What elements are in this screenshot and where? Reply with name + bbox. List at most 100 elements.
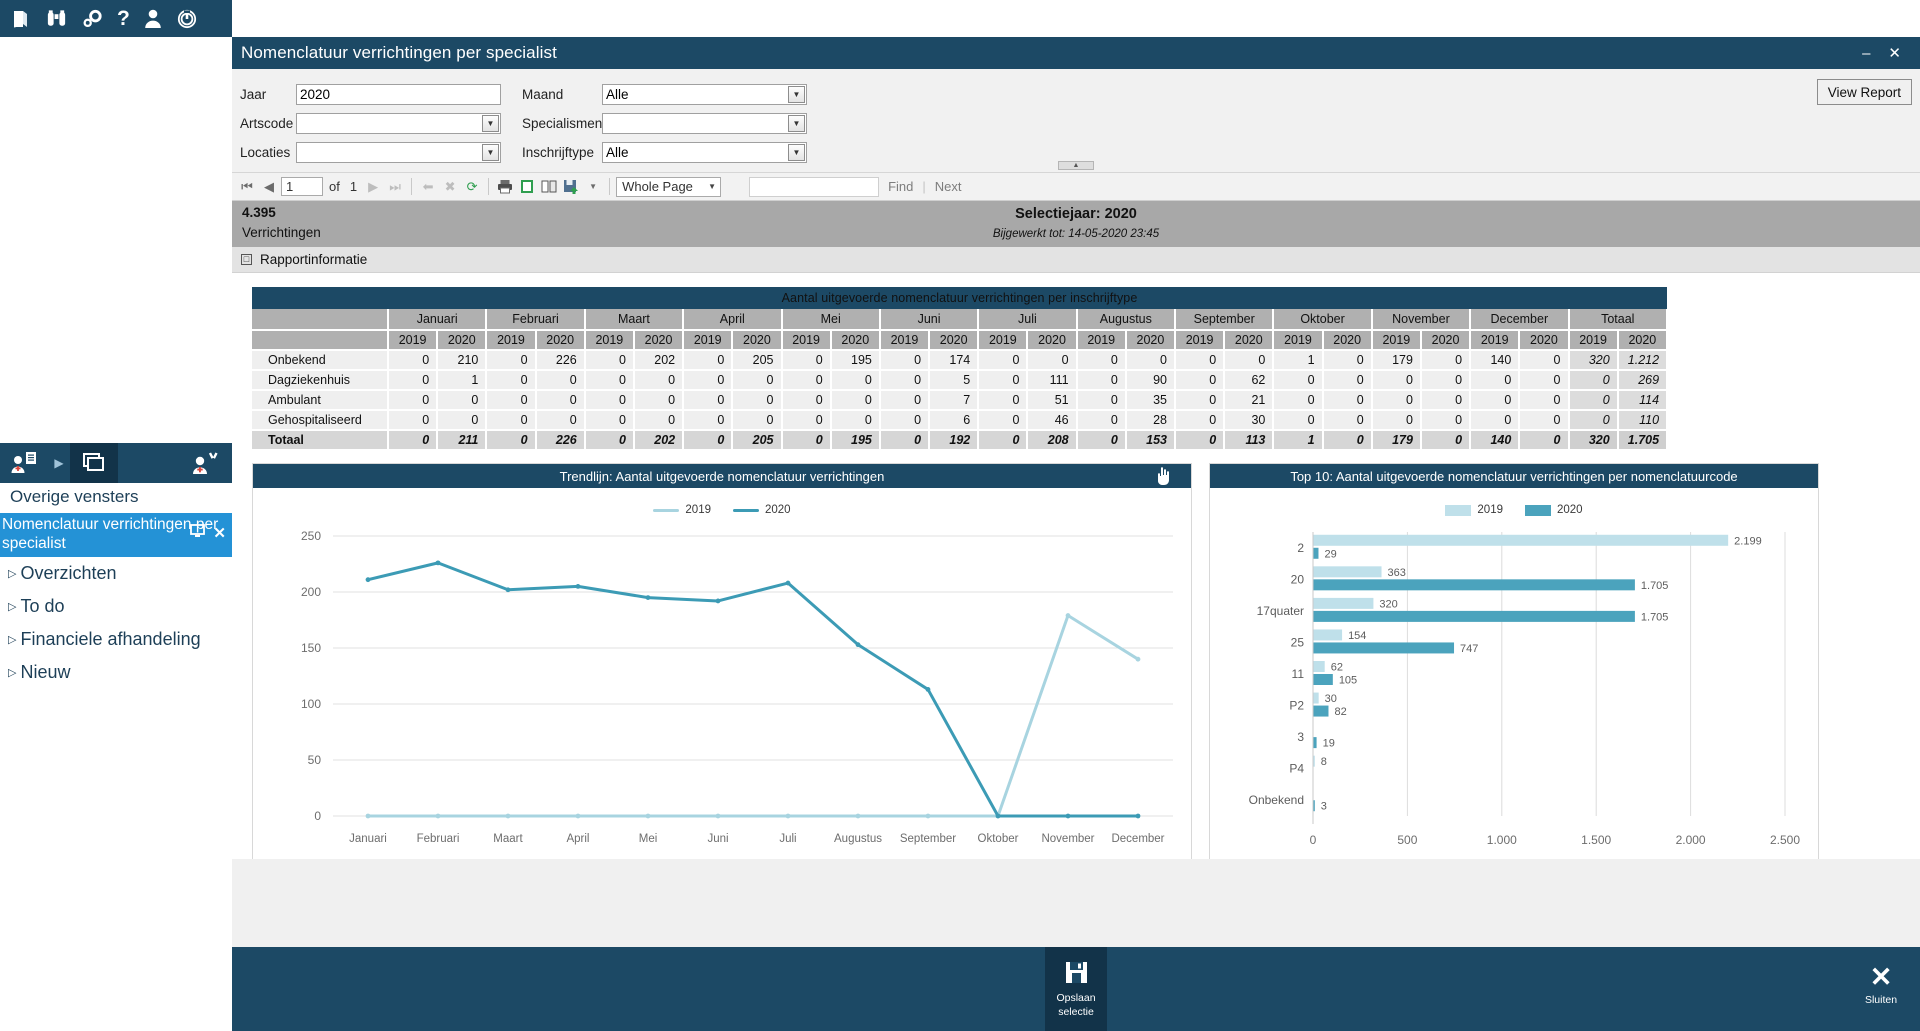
x-axis-tick: 1.500: [1581, 833, 1611, 847]
table-cell: 0: [1420, 390, 1472, 411]
data-point: [645, 813, 651, 819]
specialismen-select[interactable]: ▼: [602, 113, 807, 134]
table-cell: 30: [1224, 410, 1275, 431]
opslaan-selectie-button[interactable]: Opslaan selectie: [1045, 947, 1107, 1031]
table-cell: 35: [1125, 390, 1177, 411]
data-point: [785, 813, 791, 819]
gears-icon[interactable]: [81, 8, 104, 30]
table-cell: 0: [388, 410, 439, 431]
close-button[interactable]: ✕: [1879, 44, 1910, 62]
restore-window-icon[interactable]: [190, 524, 207, 543]
table-cell: 0: [633, 370, 685, 391]
bar-value-label: 3: [1321, 801, 1327, 813]
back-icon[interactable]: ⬅: [418, 176, 438, 198]
chevron-down-icon[interactable]: ▼: [482, 115, 499, 132]
table-cell: 0: [388, 370, 439, 391]
last-page-icon[interactable]: ⏭: [385, 176, 405, 198]
active-window-item[interactable]: Nomenclatuur verrichtingen per specialis…: [0, 513, 232, 557]
table-cell: 320: [1568, 430, 1619, 451]
find-button[interactable]: Find: [881, 179, 920, 194]
table-cell: 0: [1224, 350, 1275, 371]
legend-item-2020[interactable]: 2020: [1525, 504, 1583, 516]
next-page-icon[interactable]: ▶: [363, 176, 383, 198]
print-icon[interactable]: [495, 176, 515, 198]
filter-splitter[interactable]: ▲: [232, 161, 1920, 175]
table-cell: 195: [830, 350, 881, 371]
artscode-select[interactable]: ▼: [296, 113, 501, 134]
close-window-icon[interactable]: ✕: [213, 524, 226, 543]
find-input[interactable]: [749, 176, 880, 197]
app-toolbar: ?: [0, 0, 232, 37]
hand-pointer-icon[interactable]: [1155, 466, 1171, 489]
table-cell: 0: [1519, 350, 1570, 371]
sidebar-item-todo[interactable]: ▷ To do: [0, 590, 232, 623]
power-icon[interactable]: [176, 8, 198, 30]
bar-value-label: 8: [1321, 756, 1327, 768]
patient-search-icon[interactable]: [180, 443, 232, 483]
legend-item-2020[interactable]: 2020: [733, 504, 791, 516]
data-point: [855, 642, 861, 648]
rapportinformatie-row[interactable]: □ Rapportinformatie: [232, 247, 1920, 273]
legend-item-2019[interactable]: 2019: [653, 504, 711, 516]
report-header-band: 4.395 Verrichtingen Selectiejaar: 2020 B…: [232, 201, 1920, 247]
first-page-icon[interactable]: ⏮: [237, 176, 257, 198]
table-cell: 0: [1322, 370, 1373, 391]
chevron-right-icon[interactable]: ▶: [48, 456, 70, 470]
table-cell: 0: [584, 430, 635, 451]
table-cell: 0: [1568, 370, 1619, 391]
splitter-handle-icon[interactable]: ▲: [1058, 161, 1094, 170]
jaar-input[interactable]: 2020: [296, 84, 501, 105]
legend-item-2019[interactable]: 2019: [1445, 504, 1503, 516]
table-cell: 211: [437, 430, 488, 451]
top10-legend: 2019 2020: [1210, 488, 1818, 516]
table-cell: 179: [1371, 430, 1422, 451]
x-axis-tick: Februari: [417, 833, 460, 845]
table-cell: 205: [732, 430, 783, 451]
sidebar-item-overzichten[interactable]: ▷ Overzichten: [0, 557, 232, 590]
binoculars-icon[interactable]: [45, 8, 68, 30]
y-axis-category: 20: [1291, 572, 1305, 586]
zoom-select[interactable]: Whole Page ▼: [616, 176, 722, 197]
sluiten-button[interactable]: ✕ Sluiten: [1852, 955, 1910, 1015]
inschrijftype-select[interactable]: Alle ▼: [602, 142, 807, 163]
sidebar-item-nieuw[interactable]: ▷ Nieuw: [0, 656, 232, 689]
expand-icon[interactable]: □: [241, 254, 252, 265]
page-setup-icon[interactable]: [539, 176, 559, 198]
page-number-input[interactable]: 1: [281, 177, 323, 196]
page-count: 1: [349, 179, 358, 194]
table-cell: 0: [584, 390, 635, 411]
windows-icon[interactable]: [70, 443, 118, 483]
print-layout-icon[interactable]: [517, 176, 537, 198]
line-series-2019: [366, 614, 1140, 818]
help-icon[interactable]: ?: [117, 7, 130, 31]
chevron-down-icon[interactable]: ▼: [788, 115, 805, 132]
book-icon[interactable]: [10, 8, 32, 30]
legend-label-2020: 2020: [765, 504, 791, 516]
chevron-down-icon[interactable]: ▼: [482, 144, 499, 161]
export-dropdown-icon[interactable]: ▼: [583, 176, 603, 198]
user-icon[interactable]: [143, 8, 163, 29]
locaties-select[interactable]: ▼: [296, 142, 501, 163]
app-rail: ? ▶ Overige vensters Nomenclatuur verric…: [0, 0, 232, 1031]
refresh-icon[interactable]: ⟳: [462, 176, 482, 198]
next-button[interactable]: Next: [928, 179, 969, 194]
filter-specialismen: Specialismen ▼: [522, 109, 807, 138]
table-row-label: Ambulant: [252, 390, 389, 411]
table-cell: 0: [1273, 390, 1324, 411]
view-report-button[interactable]: View Report: [1816, 79, 1912, 105]
table-year-header: 2019: [584, 330, 635, 351]
table-cell: 0: [781, 350, 832, 371]
minimize-button[interactable]: –: [1853, 45, 1879, 62]
export-icon[interactable]: [561, 176, 581, 198]
bar-2020: [1313, 547, 1319, 559]
stop-icon[interactable]: ✖: [440, 176, 460, 198]
patient-record-icon[interactable]: [0, 443, 48, 483]
sidebar-item-financiele-afhandeling[interactable]: ▷ Financiele afhandeling: [0, 623, 232, 656]
chevron-down-icon[interactable]: ▼: [788, 86, 805, 103]
table-row: Gehospitaliseerd 0 0 0 0 0 0 0 0 0 0 0 6 0 46 0 28 0 30 0 0 0…: [252, 410, 1669, 431]
table-year-header: 2020: [1519, 330, 1570, 351]
chevron-down-icon[interactable]: ▼: [708, 182, 716, 191]
prev-page-icon[interactable]: ◀: [259, 176, 279, 198]
maand-select[interactable]: Alle ▼: [602, 84, 807, 105]
chevron-down-icon[interactable]: ▼: [788, 144, 805, 161]
